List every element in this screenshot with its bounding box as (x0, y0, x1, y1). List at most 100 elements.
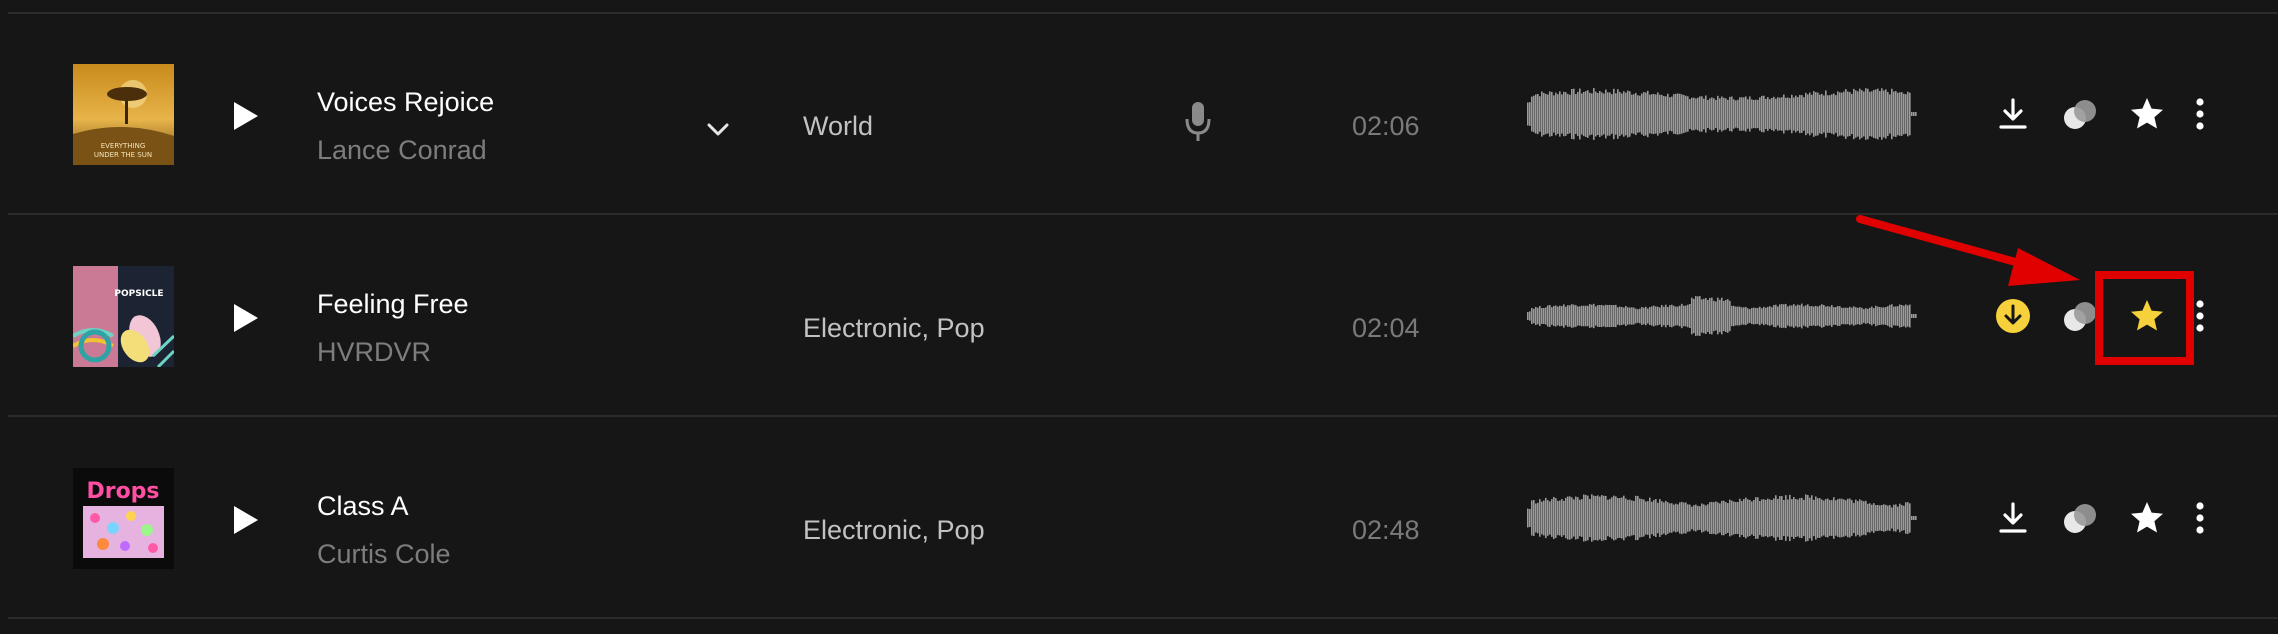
waveform-bar (1769, 306, 1771, 326)
waveform-bar (1875, 305, 1877, 327)
waveform-bar (1567, 93, 1569, 135)
waveform-bar (1667, 93, 1669, 135)
track-row[interactable]: Drops Class A Curtis Cole Electronic, Po… (0, 418, 2278, 618)
favorite-button[interactable] (2127, 94, 2167, 134)
waveform-bar (1731, 500, 1733, 536)
track-genre[interactable]: World (803, 111, 873, 142)
waveform[interactable] (1527, 74, 1917, 154)
waveform-bar (1587, 305, 1589, 327)
download-button[interactable] (1993, 94, 2033, 134)
waveform-bar (1565, 306, 1567, 326)
track-title[interactable]: Feeling Free (317, 289, 469, 320)
chevron-down-icon (707, 123, 729, 136)
waveform-bar (1841, 498, 1843, 538)
waveform[interactable] (1527, 478, 1917, 558)
waveform-bar (1799, 305, 1801, 327)
waveform-bar (1913, 516, 1915, 520)
album-cover[interactable]: EVERYTHING UNDER THE SUN (73, 64, 174, 165)
track-row[interactable]: EVERYTHING UNDER THE SUN Voices Rejoice … (0, 14, 2278, 214)
waveform-bar (1831, 500, 1833, 536)
waveform-bar (1681, 303, 1683, 329)
waveform-bar (1853, 306, 1855, 326)
play-button[interactable] (228, 301, 262, 335)
waveform-bar (1569, 305, 1571, 327)
waveform-bar (1657, 502, 1659, 534)
waveform-bar (1773, 498, 1775, 538)
waveform-bar (1609, 304, 1611, 328)
waveform-bar (1861, 307, 1863, 325)
track-artist[interactable]: Lance Conrad (317, 135, 487, 166)
waveform-bar (1557, 306, 1559, 326)
waveform-bar (1839, 92, 1841, 136)
waveform-bar (1729, 96, 1731, 132)
expand-button[interactable] (700, 112, 736, 148)
waveform-bar (1789, 98, 1791, 130)
waveform-bar (1561, 499, 1563, 537)
waveform-bar (1599, 304, 1601, 328)
download-button[interactable] (1993, 498, 2033, 538)
waveform-bar (1825, 498, 1827, 538)
track-genre[interactable]: Electronic, Pop (803, 313, 985, 344)
track-genre[interactable]: Electronic, Pop (803, 515, 985, 546)
track-artist[interactable]: Curtis Cole (317, 539, 451, 570)
waveform-bar (1747, 99, 1749, 129)
waveform-bar (1563, 500, 1565, 536)
track-row[interactable]: POPSICLE Feeling Free HVRDVR Electronic,… (0, 216, 2278, 416)
waveform-bar (1701, 299, 1703, 333)
waveform-bar (1825, 306, 1827, 326)
waveform-bar (1733, 305, 1735, 327)
more-options-button[interactable] (2190, 94, 2210, 134)
track-title[interactable]: Voices Rejoice (317, 87, 494, 118)
waveform-bar (1659, 94, 1661, 134)
waveform-bar (1671, 503, 1673, 533)
waveform-bar (1663, 96, 1665, 132)
waveform-bar (1771, 500, 1773, 536)
favorite-button[interactable] (2127, 498, 2167, 538)
more-options-button[interactable] (2190, 498, 2210, 538)
play-button[interactable] (228, 99, 262, 133)
waveform-bar (1831, 94, 1833, 134)
waveform-bar (1621, 93, 1623, 135)
track-title[interactable]: Class A (317, 491, 409, 522)
play-button[interactable] (228, 503, 262, 537)
waveform-bar (1861, 90, 1863, 138)
waveform-bar (1905, 304, 1907, 328)
waveform-bar (1815, 496, 1817, 540)
waveform-bar (1883, 90, 1885, 138)
waveform-bar (1547, 500, 1549, 536)
waveform-bar (1639, 95, 1641, 133)
waveform-bar (1571, 88, 1573, 140)
waveform-bar (1791, 94, 1793, 134)
album-cover[interactable]: POPSICLE (73, 266, 174, 367)
download-button[interactable] (1993, 296, 2033, 336)
waveform[interactable] (1527, 276, 1917, 356)
waveform-bar (1745, 306, 1747, 326)
waveform-bar (1563, 91, 1565, 137)
waveform-bar (1801, 95, 1803, 133)
waveform-bar (1899, 304, 1901, 328)
waveform-bar (1713, 98, 1715, 130)
highlight-box (2095, 271, 2194, 365)
waveform-bar (1599, 90, 1601, 138)
waveform-bar (1589, 92, 1591, 136)
track-artist[interactable]: HVRDVR (317, 337, 431, 368)
waveform-bar (1561, 94, 1563, 134)
similar-tracks-button[interactable] (2060, 94, 2100, 134)
waveform-bar (1705, 505, 1707, 531)
waveform-bar (1545, 93, 1547, 135)
waveform-bar (1777, 498, 1779, 538)
waveform-bar (1825, 90, 1827, 138)
cover-text: POPSICLE (114, 289, 163, 299)
waveform-bar (1751, 99, 1753, 129)
similar-tracks-icon (2064, 100, 2096, 129)
similar-tracks-button[interactable] (2060, 296, 2100, 336)
waveform-bar (1603, 495, 1605, 541)
similar-tracks-button[interactable] (2060, 498, 2100, 538)
waveform-bar (1633, 500, 1635, 536)
waveform-bar (1663, 502, 1665, 534)
album-cover[interactable]: Drops (73, 468, 174, 569)
waveform-bar (1599, 496, 1601, 540)
waveform-bar (1549, 91, 1551, 137)
waveform-bar (1743, 499, 1745, 537)
waveform-bar (1699, 506, 1701, 530)
